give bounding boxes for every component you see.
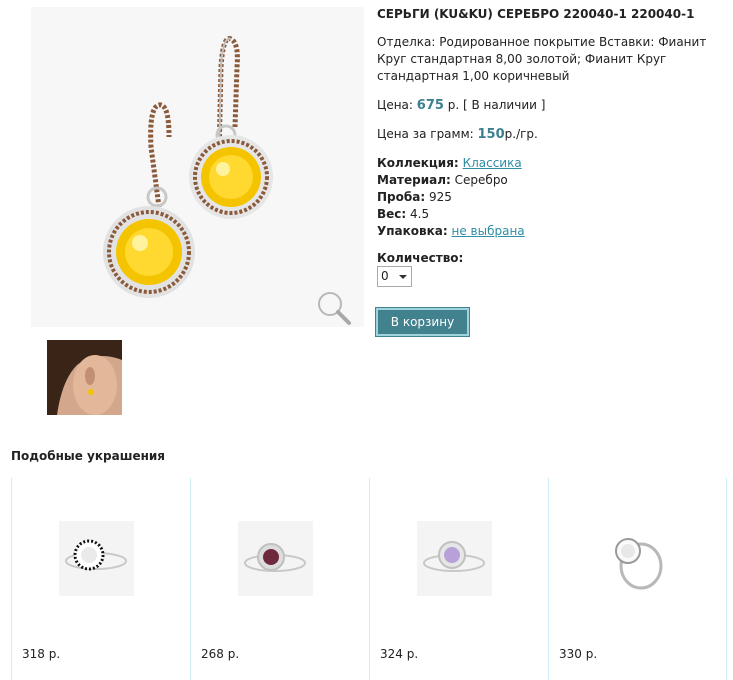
similar-item[interactable]: 318 р. <box>11 478 190 680</box>
product-info: СЕРЬГИ (KU&KU) СЕРЕБРО 220040-1 220040-1… <box>377 7 717 267</box>
ring-image[interactable] <box>596 521 671 596</box>
product-description: Отделка: Родированное покрытие Вставки: … <box>377 35 707 83</box>
material-value: Серебро <box>454 173 508 187</box>
product-thumbnail[interactable] <box>47 340 122 415</box>
proba-label: Проба: <box>377 190 426 204</box>
quantity-value: 0 <box>381 269 389 283</box>
product-properties: Коллекция: Классика Материал: Серебро Пр… <box>377 155 717 240</box>
similar-item[interactable]: 268 р. <box>190 478 369 680</box>
packaging-link[interactable]: не выбрана <box>452 224 525 238</box>
collection-link[interactable]: Классика <box>463 156 522 170</box>
ring-image[interactable] <box>238 521 313 596</box>
ring-image[interactable] <box>59 521 134 596</box>
availability-status: [ В наличии ] <box>463 98 546 112</box>
ring-image[interactable] <box>417 521 492 596</box>
price-unit: р. <box>447 98 460 112</box>
quantity-label: Количество: <box>377 251 464 265</box>
similar-grid: 318 р. 268 р. 324 р. 330 р. <box>11 478 727 680</box>
price-value: 675 <box>416 98 444 113</box>
proba-row: Проба: 925 <box>377 189 717 206</box>
gram-price-value: 150 <box>477 127 505 142</box>
similar-item-price: 324 р. <box>380 647 419 661</box>
material-row: Материал: Серебро <box>377 172 717 189</box>
weight-value: 4.5 <box>410 207 430 221</box>
product-main-image[interactable] <box>31 7 364 327</box>
similar-item[interactable]: 324 р. <box>369 478 548 680</box>
material-label: Материал: <box>377 173 451 187</box>
gram-price-label: Цена за грамм: <box>377 127 474 141</box>
weight-row: Вес: 4.5 <box>377 206 717 223</box>
similar-item-price: 268 р. <box>201 647 240 661</box>
similar-item[interactable]: 330 р. <box>548 478 727 680</box>
weight-label: Вес: <box>377 207 407 221</box>
gram-price-line: Цена за грамм: 150р./гр. <box>377 126 717 143</box>
zoom-icon[interactable] <box>316 290 352 326</box>
packaging-row: Упаковка: не выбрана <box>377 223 717 240</box>
price-line: Цена: 675 р. [ В наличии ] <box>377 97 717 114</box>
gram-price-unit: р./гр. <box>504 127 538 141</box>
quantity-select[interactable]: 0 <box>377 266 412 287</box>
chevron-down-icon <box>399 275 407 279</box>
similar-item-price: 318 р. <box>22 647 61 661</box>
collection-row: Коллекция: Классика <box>377 155 717 172</box>
similar-item-price: 330 р. <box>559 647 598 661</box>
packaging-label: Упаковка: <box>377 224 448 238</box>
price-label: Цена: <box>377 98 413 112</box>
add-to-cart-button[interactable]: В корзину <box>375 307 470 337</box>
collection-label: Коллекция: <box>377 156 459 170</box>
proba-value: 925 <box>428 190 452 204</box>
similar-section-title: Подобные украшения <box>11 449 166 463</box>
product-title: СЕРЬГИ (KU&KU) СЕРЕБРО 220040-1 220040-1 <box>377 7 695 21</box>
